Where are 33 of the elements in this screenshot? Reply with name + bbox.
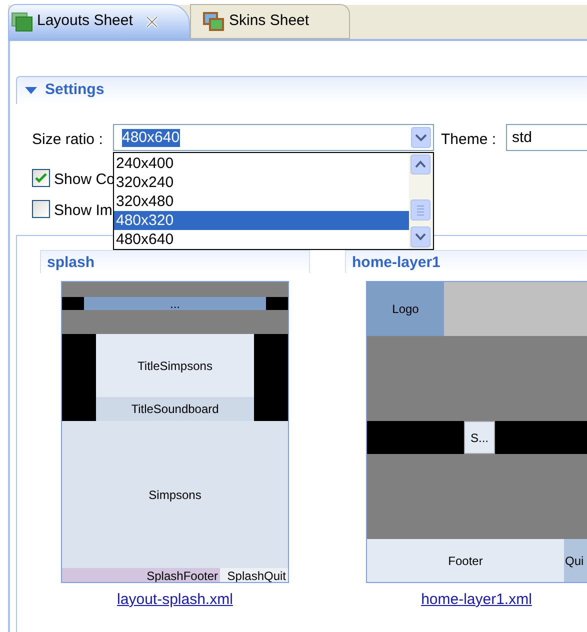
layout-region: TitleSoundboard bbox=[96, 397, 254, 421]
card-title: splash bbox=[40, 250, 310, 273]
layout-region: SplashFooter bbox=[62, 568, 220, 582]
theme-field[interactable]: std bbox=[506, 124, 587, 151]
layout-region: Simpsons bbox=[62, 421, 288, 568]
layers-icon bbox=[11, 12, 33, 32]
field-label: Theme : bbox=[441, 130, 496, 150]
card-title: home-layer1 bbox=[345, 250, 587, 273]
file-link[interactable]: home-layer1.xml bbox=[366, 589, 587, 612]
checkbox[interactable] bbox=[32, 169, 50, 187]
dropdown-option[interactable]: 240x400 bbox=[114, 154, 409, 173]
tab[interactable]: Skins Sheet bbox=[190, 4, 350, 39]
section-header[interactable]: Settings bbox=[16, 76, 587, 104]
dropdown-option[interactable]: 320x240 bbox=[114, 173, 409, 192]
dropdown-option[interactable]: 320x480 bbox=[114, 192, 409, 211]
layout-region: TitleSimpsons bbox=[96, 334, 254, 397]
dropdown-option[interactable]: 480x320 bbox=[114, 211, 409, 230]
checkbox[interactable] bbox=[32, 200, 50, 218]
field-label: Size ratio : bbox=[32, 130, 103, 150]
layout-region: ... bbox=[84, 297, 266, 310]
tab[interactable]: Layouts Sheet bbox=[8, 4, 190, 39]
triangle-icon bbox=[25, 86, 37, 94]
caret-icon bbox=[411, 127, 431, 148]
checkbox-label: Show Im bbox=[54, 201, 112, 221]
layout-region: SplashQuit bbox=[220, 568, 288, 582]
size-ratio-dropdown[interactable]: 480x640 bbox=[113, 124, 434, 151]
file-link[interactable]: layout-splash.xml bbox=[61, 589, 289, 612]
dropdown-option[interactable]: 480x640 bbox=[114, 230, 409, 249]
layout-region: Logo bbox=[367, 282, 444, 336]
pictures-icon bbox=[203, 12, 225, 32]
layout-region: Footer bbox=[367, 539, 564, 582]
layout-region: Qui bbox=[564, 539, 587, 582]
layout-region: S... bbox=[464, 421, 495, 454]
